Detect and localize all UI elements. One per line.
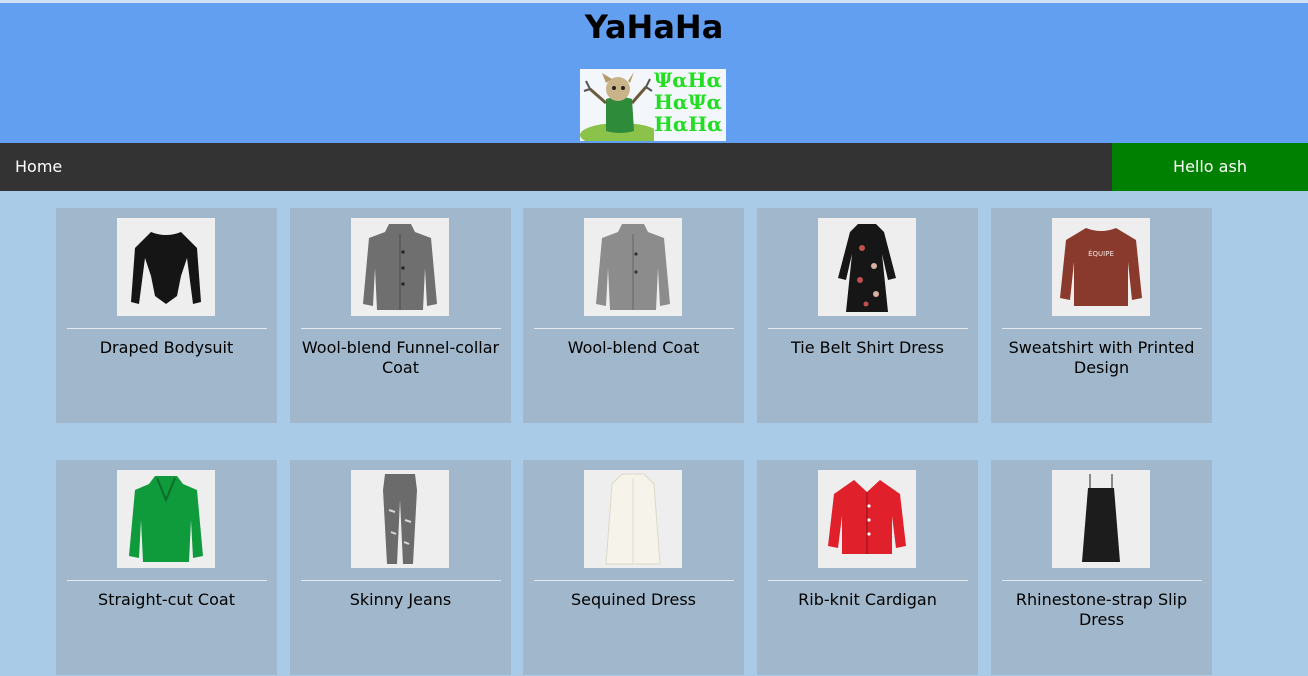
product-image[interactable] — [818, 218, 916, 316]
site-logo[interactable]: ΨαHα HαΨα HαHα — [580, 69, 726, 141]
logo-line: ΨαHα — [654, 69, 722, 92]
card-divider — [67, 580, 267, 581]
product-image[interactable]: ÉQUIPE — [1052, 218, 1150, 316]
product-image[interactable] — [584, 218, 682, 316]
product-name[interactable]: Wool-blend Coat — [531, 338, 736, 358]
jeans-image — [383, 474, 417, 564]
product-image[interactable] — [351, 218, 449, 316]
logo-line: HαΨα — [654, 90, 722, 114]
sweatshirt-image: ÉQUIPE — [1060, 228, 1142, 306]
nav-bar: Home Hello ash — [0, 143, 1308, 191]
product-card[interactable]: Wool-blend Coat — [523, 208, 744, 423]
site-title: YaHaHa — [584, 8, 724, 46]
user-greeting[interactable]: Hello ash — [1112, 143, 1308, 191]
product-card[interactable]: Straight-cut Coat — [56, 460, 277, 675]
site-header: YaHaHa ΨαHα HαΨα HαHα — [0, 0, 1308, 143]
nav-home-link[interactable]: Home — [15, 143, 62, 191]
product-name[interactable]: Rhinestone-strap Slip Dress — [999, 590, 1204, 630]
card-divider — [301, 580, 501, 581]
coat-image — [596, 224, 670, 310]
card-divider — [67, 328, 267, 329]
product-name[interactable]: Rib-knit Cardigan — [765, 590, 970, 610]
card-divider — [534, 580, 734, 581]
product-image[interactable] — [584, 470, 682, 568]
card-divider — [1002, 580, 1202, 581]
product-name[interactable]: Sequined Dress — [531, 590, 736, 610]
product-name[interactable]: Skinny Jeans — [298, 590, 503, 610]
product-card[interactable]: Rib-knit Cardigan — [757, 460, 978, 675]
cardigan-image — [828, 480, 906, 554]
product-card[interactable]: Skinny Jeans — [290, 460, 511, 675]
product-name[interactable]: Sweatshirt with Printed Design — [999, 338, 1204, 378]
product-name[interactable]: Wool-blend Funnel-collar Coat — [298, 338, 503, 378]
slip-dress-image — [1082, 474, 1120, 562]
card-divider — [1002, 328, 1202, 329]
sequined-dress-image — [605, 473, 661, 565]
product-image[interactable] — [351, 470, 449, 568]
mascot-icon — [580, 72, 654, 141]
product-card[interactable]: Rhinestone-strap Slip Dress — [991, 460, 1212, 675]
sweatshirt-print: ÉQUIPE — [1088, 249, 1114, 258]
card-divider — [301, 328, 501, 329]
card-divider — [768, 328, 968, 329]
product-card[interactable]: Tie Belt Shirt Dress — [757, 208, 978, 423]
product-card[interactable]: Sequined Dress — [523, 460, 744, 675]
product-card[interactable]: Draped Bodysuit — [56, 208, 277, 423]
product-image[interactable] — [117, 218, 215, 316]
logo-line: HαHα — [654, 112, 723, 136]
product-card[interactable]: Wool-blend Funnel-collar Coat — [290, 208, 511, 423]
product-card[interactable]: ÉQUIPE Sweatshirt with Printed Design — [991, 208, 1212, 423]
card-divider — [534, 328, 734, 329]
logo-text: ΨαHα HαΨα HαHα — [654, 69, 726, 135]
dress-image — [838, 224, 896, 312]
card-divider — [768, 580, 968, 581]
product-image[interactable] — [818, 470, 916, 568]
green-coat-image — [129, 476, 203, 562]
product-name[interactable]: Draped Bodysuit — [64, 338, 269, 358]
bodysuit-image — [131, 232, 201, 304]
product-image[interactable] — [1052, 470, 1150, 568]
coat-image — [363, 224, 437, 310]
product-image[interactable] — [117, 470, 215, 568]
product-name[interactable]: Tie Belt Shirt Dress — [765, 338, 970, 358]
product-name[interactable]: Straight-cut Coat — [64, 590, 269, 610]
